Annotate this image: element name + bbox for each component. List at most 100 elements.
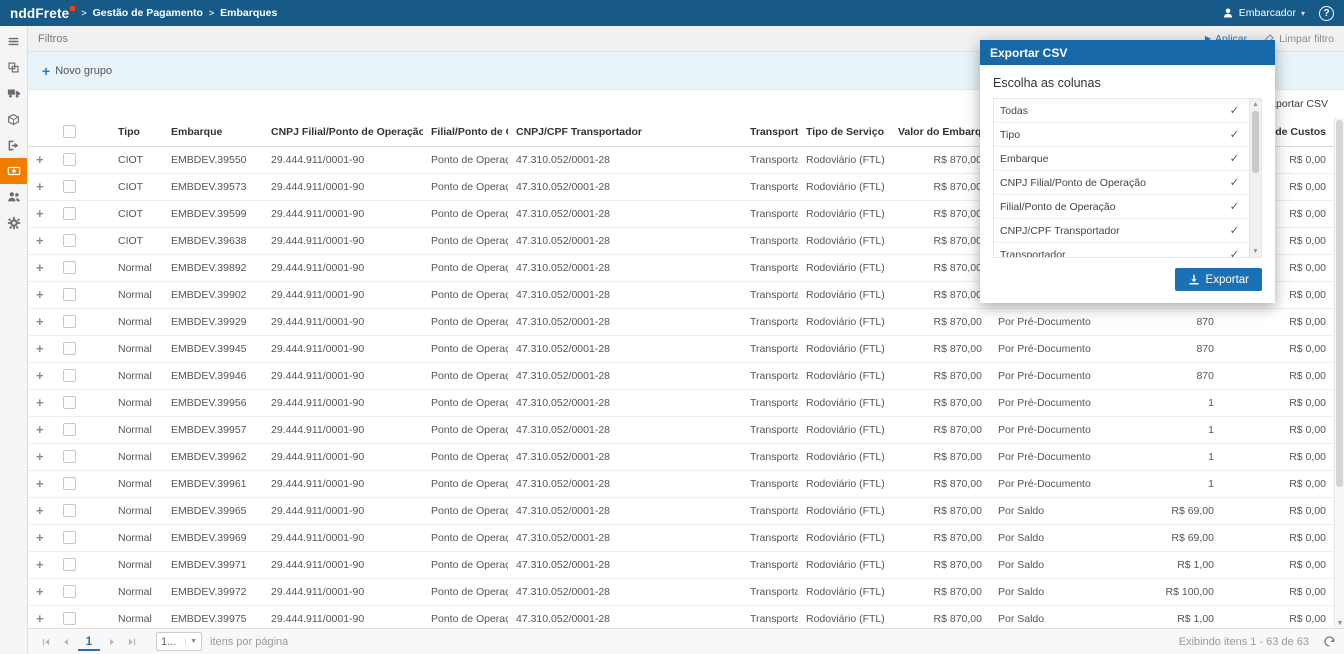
column-option[interactable]: CNPJ Filial/Ponto de Operação✓ xyxy=(994,171,1261,195)
cell-forma: Por Pré-Documento xyxy=(990,335,1102,362)
breadcrumb-embarques[interactable]: Embarques xyxy=(220,7,277,19)
plus-icon: + xyxy=(42,64,50,78)
column-option[interactable]: Transportador✓ xyxy=(994,243,1261,258)
row-checkbox[interactable] xyxy=(63,369,76,382)
cell-tipo-servico: Rodoviário (FTL) xyxy=(798,605,890,628)
expand-row-button[interactable]: + xyxy=(36,341,44,356)
expand-row-button[interactable]: + xyxy=(36,260,44,275)
expand-row-button[interactable]: + xyxy=(36,314,44,329)
expand-row-button[interactable]: + xyxy=(36,584,44,599)
cell-cnpj-filial: 29.444.911/0001-90 xyxy=(263,254,423,281)
row-checkbox[interactable] xyxy=(63,180,76,193)
cell-cnpj-filial: 29.444.911/0001-90 xyxy=(263,551,423,578)
expand-row-button[interactable]: + xyxy=(36,557,44,572)
breadcrumb: > Gestão de Pagamento > Embarques xyxy=(81,7,277,19)
help-button[interactable]: ? xyxy=(1319,6,1334,21)
row-checkbox[interactable] xyxy=(63,261,76,274)
sidebar-item-gestao-pagamento[interactable] xyxy=(0,158,27,184)
cell-saldo-custos: R$ 0,00 xyxy=(1222,443,1334,470)
sidebar-item-transporte[interactable] xyxy=(0,80,27,106)
column-header-embarque[interactable]: Embarque xyxy=(163,118,263,146)
expand-row-button[interactable]: + xyxy=(36,368,44,383)
sidebar-item-saida[interactable] xyxy=(0,132,27,158)
column-header-cnpj-transportador[interactable]: CNPJ/CPF Transportador xyxy=(508,118,742,146)
row-checkbox[interactable] xyxy=(63,612,76,625)
expand-row-button[interactable]: + xyxy=(36,530,44,545)
prev-page-button[interactable] xyxy=(56,632,76,652)
expand-row-button[interactable]: + xyxy=(36,152,44,167)
expand-row-button[interactable]: + xyxy=(36,503,44,518)
sidebar-menu-toggle[interactable] xyxy=(0,28,27,54)
export-button[interactable]: Exportar xyxy=(1175,268,1262,291)
row-checkbox[interactable] xyxy=(63,585,76,598)
column-option[interactable]: Filial/Ponto de Operação✓ xyxy=(994,195,1261,219)
package-icon xyxy=(7,113,20,126)
column-header-transportador[interactable]: Transportador xyxy=(742,118,798,146)
sidebar-item-embarques[interactable] xyxy=(0,106,27,132)
column-header-cnpj-filial[interactable]: CNPJ Filial/Ponto de Operação xyxy=(263,118,423,146)
sidebar-item-usuarios[interactable] xyxy=(0,184,27,210)
row-checkbox[interactable] xyxy=(63,153,76,166)
row-checkbox[interactable] xyxy=(63,450,76,463)
row-checkbox[interactable] xyxy=(63,558,76,571)
cell-forma: Por Saldo xyxy=(990,578,1102,605)
row-checkbox[interactable] xyxy=(63,396,76,409)
sidebar-item-cadastros[interactable] xyxy=(0,54,27,80)
expand-row-button[interactable]: + xyxy=(36,449,44,464)
row-checkbox[interactable] xyxy=(63,315,76,328)
column-header-filial[interactable]: Filial/Ponto de Operação xyxy=(423,118,508,146)
table-row: +NormalEMBDEV.3997229.444.911/0001-90Pon… xyxy=(28,578,1334,605)
column-option[interactable]: Todas✓ xyxy=(994,99,1261,123)
list-scrollbar[interactable]: ▲ ▼ xyxy=(1249,99,1261,257)
expand-row-button[interactable]: + xyxy=(36,179,44,194)
list-scrollbar-thumb[interactable] xyxy=(1252,111,1259,173)
scroll-down-icon[interactable]: ▼ xyxy=(1250,248,1261,255)
new-group-label: Novo grupo xyxy=(55,65,112,77)
modal-header[interactable]: Exportar CSV xyxy=(980,40,1275,65)
sidebar-item-configuracoes[interactable] xyxy=(0,210,27,236)
row-checkbox[interactable] xyxy=(63,288,76,301)
expand-row-button[interactable]: + xyxy=(36,206,44,221)
row-checkbox[interactable] xyxy=(63,234,76,247)
column-option[interactable]: Embarque✓ xyxy=(994,147,1261,171)
breadcrumb-gestao-pagamento[interactable]: Gestão de Pagamento xyxy=(93,7,203,19)
export-button-label: Exportar xyxy=(1206,274,1249,286)
last-page-button[interactable] xyxy=(122,632,142,652)
expand-row-button[interactable]: + xyxy=(36,422,44,437)
page-size-select[interactable]: 1... ▼ xyxy=(156,632,202,651)
expand-row-button[interactable]: + xyxy=(36,476,44,491)
expand-row-button[interactable]: + xyxy=(36,395,44,410)
cell-transportador: Transportador xyxy=(742,335,798,362)
scrollbar-thumb[interactable] xyxy=(1336,120,1343,487)
select-all-checkbox[interactable] xyxy=(63,125,76,138)
refresh-button[interactable] xyxy=(1323,635,1336,648)
expand-row-button[interactable]: + xyxy=(36,233,44,248)
app-logo[interactable]: nddFrete xyxy=(0,6,81,21)
cell-cnpj-filial: 29.444.911/0001-90 xyxy=(263,146,423,173)
column-option[interactable]: Tipo✓ xyxy=(994,123,1261,147)
first-page-button[interactable] xyxy=(36,632,56,652)
row-checkbox[interactable] xyxy=(63,504,76,517)
row-checkbox[interactable] xyxy=(63,423,76,436)
row-checkbox[interactable] xyxy=(63,477,76,490)
column-header-tipo[interactable]: Tipo xyxy=(110,118,163,146)
row-checkbox[interactable] xyxy=(63,531,76,544)
row-checkbox[interactable] xyxy=(63,207,76,220)
row-checkbox[interactable] xyxy=(63,342,76,355)
table-scrollbar[interactable]: ▼ xyxy=(1334,118,1344,628)
column-header-valor-embarque[interactable]: Valor do Embarque xyxy=(890,118,990,146)
column-option[interactable]: CNPJ/CPF Transportador✓ xyxy=(994,219,1261,243)
user-menu[interactable]: Embarcador ▾ xyxy=(1212,0,1315,26)
next-page-button[interactable] xyxy=(102,632,122,652)
sidebar xyxy=(0,26,28,654)
cell-embarque: EMBDEV.39946 xyxy=(163,362,263,389)
column-header-tipo-servico[interactable]: Tipo de Serviço xyxy=(798,118,890,146)
new-group-button[interactable]: + Novo grupo xyxy=(42,64,112,78)
scroll-down-icon[interactable]: ▼ xyxy=(1335,620,1344,627)
expand-row-button[interactable]: + xyxy=(36,611,44,626)
scroll-up-icon[interactable]: ▲ xyxy=(1250,101,1261,108)
current-page[interactable]: 1 xyxy=(78,633,100,651)
cell-transportador: Transportador xyxy=(742,173,798,200)
expand-row-button[interactable]: + xyxy=(36,287,44,302)
cell-filial: Ponto de Operação xyxy=(423,173,508,200)
